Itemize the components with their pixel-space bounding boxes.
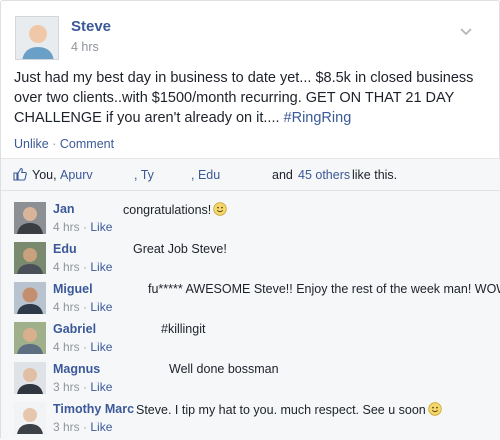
comment-text: Steve. I tip my hat to you. much respect… — [136, 402, 442, 417]
comment-author[interactable]: Miguel — [53, 282, 93, 296]
comment-text: fu***** AWESOME Steve!! Enjoy the rest o… — [148, 282, 500, 296]
comment-time[interactable]: 4 hrs — [53, 340, 80, 354]
avatar[interactable] — [14, 282, 46, 314]
comment-item: Jan congratulations! 4 hrs · Like — [1, 200, 500, 240]
hashtag-link[interactable]: #killingit — [161, 322, 205, 336]
comment-meta: 4 hrs · Like — [53, 300, 113, 314]
comment-text: Great Job Steve! — [133, 242, 227, 256]
comment-meta: 4 hrs · Like — [53, 340, 113, 354]
liker-link-1[interactable]: Apurv — [60, 168, 93, 182]
comment-author[interactable]: Edu — [53, 242, 77, 256]
likes-summary: You, Apurv , Ty , Edu and 45 others like… — [1, 159, 500, 191]
comment-like-button[interactable]: Like — [90, 300, 112, 314]
smiley-icon — [428, 402, 442, 416]
comment-meta: 3 hrs · Like — [53, 380, 113, 394]
comment-time[interactable]: 3 hrs — [53, 420, 80, 434]
comment-item: Edu Great Job Steve! 4 hrs · Like — [1, 240, 500, 280]
post-header: Steve 4 hrs — [11, 12, 481, 60]
comment-button[interactable]: Comment — [60, 137, 114, 151]
comment-time[interactable]: 3 hrs — [53, 380, 80, 394]
likes-suffix: like this. — [352, 168, 398, 182]
comment-text: congratulations! — [123, 202, 227, 217]
post-card: Steve 4 hrs Just had my best day in busi… — [0, 0, 500, 440]
comment-time[interactable]: 4 hrs — [53, 300, 80, 314]
post-body: Just had my best day in business to date… — [14, 68, 489, 128]
avatar[interactable] — [14, 402, 46, 434]
comment-meta: 4 hrs · Like — [53, 220, 113, 234]
comment-author[interactable]: Jan — [53, 202, 75, 216]
comment-like-button[interactable]: Like — [90, 420, 112, 434]
comment-like-button[interactable]: Like — [90, 260, 112, 274]
liker-link-3[interactable]: , Edu — [191, 168, 220, 182]
comment-text: Well done bossman — [169, 362, 279, 376]
comment-meta: 4 hrs · Like — [53, 260, 113, 274]
comment-like-button[interactable]: Like — [90, 340, 112, 354]
avatar[interactable] — [14, 362, 46, 394]
chevron-down-icon[interactable] — [459, 24, 473, 36]
comment-item: Gabriel #killingit 4 hrs · Like — [1, 320, 500, 360]
post-timestamp[interactable]: 4 hrs — [71, 40, 99, 54]
likes-others-link[interactable]: 45 others — [298, 168, 350, 182]
avatar[interactable] — [14, 322, 46, 354]
comments-section: You, Apurv , Ty , Edu and 45 others like… — [1, 158, 500, 440]
likes-you: You, — [32, 168, 57, 182]
comment-meta: 3 hrs · Like — [53, 420, 113, 434]
comment-like-button[interactable]: Like — [90, 380, 112, 394]
comment-author[interactable]: Magnus — [53, 362, 100, 376]
avatar[interactable] — [14, 202, 46, 234]
post-author[interactable]: Steve — [71, 18, 111, 35]
post-actions: Unlike · Comment — [14, 137, 114, 151]
thumbs-up-icon — [13, 167, 27, 181]
comment-author[interactable]: Timothy Marc — [53, 402, 134, 416]
liker-link-2[interactable]: , Ty — [134, 168, 154, 182]
post-text: Just had my best day in business to date… — [14, 70, 474, 126]
comment-item: Timothy Marc Steve. I tip my hat to you.… — [1, 400, 500, 440]
action-separator: · — [52, 137, 57, 151]
comment-time[interactable]: 4 hrs — [53, 260, 80, 274]
comment-like-button[interactable]: Like — [90, 220, 112, 234]
comment-time[interactable]: 4 hrs — [53, 220, 80, 234]
comment-item: Magnus Well done bossman 3 hrs · Like — [1, 360, 500, 400]
avatar[interactable] — [14, 242, 46, 274]
smiley-icon — [213, 202, 227, 216]
comment-item: Miguel fu***** AWESOME Steve!! Enjoy the… — [1, 280, 500, 320]
hashtag-link[interactable]: #RingRing — [284, 110, 352, 126]
likes-and: and — [272, 168, 293, 182]
avatar[interactable] — [15, 16, 59, 60]
comment-author[interactable]: Gabriel — [53, 322, 96, 336]
unlike-button[interactable]: Unlike — [14, 137, 49, 151]
